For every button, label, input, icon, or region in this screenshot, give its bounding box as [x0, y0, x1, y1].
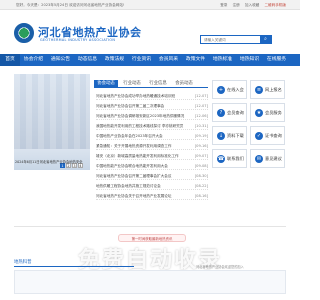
quick-services: + 在线入会 ≡ 网上报名 ? 会员查询 ★ 会员服务 ↓ 资料下载 ✓ 证书查询 ☎ 联系我…: [212, 80, 286, 225]
nav-item-industry[interactable]: 行业资讯: [128, 54, 155, 66]
nav-item-news[interactable]: 动态信息: [74, 54, 101, 66]
join-online-button[interactable]: + 在线入会: [212, 80, 247, 99]
news-title[interactable]: 地热供暖工程协会地热井施工规范讨论会: [96, 182, 188, 190]
tab-association-news[interactable]: 协会动态: [94, 80, 118, 88]
certificate-search-button[interactable]: ✓ 证书查询: [250, 126, 285, 145]
tab-member-news[interactable]: 会员动态: [172, 80, 196, 88]
news-date: [12-07]: [194, 104, 208, 108]
slideshow-caption[interactable]: 2024年6月11日河北省地热产业协会地热安全: [14, 160, 90, 170]
nav-item-home[interactable]: 首页: [0, 54, 20, 66]
search-box: ⌕: [200, 35, 272, 44]
search-button[interactable]: ⌕: [260, 36, 271, 43]
top-bar: 您好，今天是：2023年5月24日 欢迎访问河北省地热产业协会网站! 登录 注册…: [0, 0, 300, 10]
news-row[interactable]: 紧急通知：关于开展地热资源开发利用调查工作 [09-16]: [96, 142, 208, 150]
nav-item-standards[interactable]: 地热标准: [209, 54, 236, 66]
news-row[interactable]: 中国地热能产业协会联合地热能开发利用大会 [09-08]: [96, 162, 208, 170]
news-title[interactable]: 河北省地热产业协会关于召开地热产业发展论坛: [96, 192, 188, 200]
news-row[interactable]: 河北省地热产业协会召开第二届二次理事会 [12-07]: [96, 102, 208, 110]
news-date: [08-22]: [194, 184, 208, 188]
tab-industry-info[interactable]: 行业信息: [146, 80, 170, 88]
feedback-button[interactable]: ✉ 意见建议: [250, 149, 285, 168]
tab-industry-news[interactable]: 行业动态: [120, 80, 144, 88]
nav-item-documents[interactable]: 政策文件: [182, 54, 209, 66]
science-section-header: 地热科普: [14, 258, 134, 267]
news-title[interactable]: 我国地热能开发利用的工程技术路线探讨 李亦桃研究员: [96, 122, 188, 130]
news-row[interactable]: 河北省地热产业协会关于召开地热产业发展论坛 [08-16]: [96, 192, 208, 200]
news-title[interactable]: 河北省地热产业协会调研雄安新区2023年地热供暖情况: [96, 112, 188, 120]
news-date: [09-07]: [194, 154, 208, 158]
news-slideshow[interactable]: 1234 2024年6月11日河北省地热产业协会地热安全: [14, 74, 90, 170]
news-title[interactable]: 雄安（北京）新城高质量地热能开发利用标准化工作: [96, 152, 188, 160]
news-title[interactable]: 中国地热能产业协会联合地热能开发利用大会: [96, 162, 188, 170]
news-title[interactable]: 河北省地热产业协会召开第二届理事会扩大会议: [96, 172, 188, 180]
nav-item-knowledge[interactable]: 地热知识: [236, 54, 263, 66]
news-date: [12-06]: [194, 114, 208, 118]
news-panel: 协会动态 行业动态 行业信息 会员动态 河北省地热产业协会成功举办地热暖通技术培…: [94, 74, 208, 224]
news-row[interactable]: 中国地热产业协会年会在2023年召开大会 [09-19]: [96, 132, 208, 140]
science-section-content: [14, 270, 286, 294]
nav-item-policies[interactable]: 政策法规: [101, 54, 128, 66]
news-row[interactable]: 河北省地热产业协会调研雄安新区2023年地热供暖情况 [12-06]: [96, 112, 208, 120]
association-logo[interactable]: [14, 23, 34, 43]
welcome-text: 您好，今天是：2023年5月24日 欢迎访问河北省地热产业协会网站!: [16, 3, 125, 7]
online-signup-button[interactable]: ≡ 网上报名: [250, 80, 285, 99]
message-icon: ✉: [255, 155, 263, 163]
ad-overlay[interactable]: 第一时间获取最新地热资讯 免费自动收录: [0, 232, 300, 273]
news-date: [08-30]: [194, 174, 208, 178]
news-row[interactable]: 河北省地热产业协会成功举办地热暖通技术培训班 [12-07]: [96, 92, 208, 100]
news-row[interactable]: 河北省地热产业协会召开第二届理事会扩大会议 [08-30]: [96, 172, 208, 180]
site-header: 河北省地热产业协会 GEOTHERMAL INDUSTRY ASSOCIATIO…: [0, 10, 300, 54]
member-search-button[interactable]: ? 会员查询: [212, 103, 247, 122]
user-plus-icon: +: [217, 86, 225, 94]
clipboard-icon: ≡: [255, 86, 263, 94]
section-divider: [14, 226, 286, 227]
mobile-qr-link[interactable]: 二维码手机版: [264, 3, 286, 7]
site-subtitle: GEOTHERMAL INDUSTRY ASSOCIATION: [40, 38, 116, 42]
download-icon: ↓: [217, 132, 225, 140]
nav-item-about[interactable]: 协会介绍: [20, 54, 47, 66]
footer-note: 河北省地热产业协会欢迎您的加入: [196, 265, 244, 269]
main-nav: 首页 协会介绍 通知公告 动态信息 政策法规 行业资讯 会员风采 政策文件 地热…: [0, 54, 300, 66]
search-input[interactable]: [201, 36, 261, 43]
contact-us-button[interactable]: ☎ 联系我们: [212, 149, 247, 168]
science-section-title[interactable]: 地热科普: [14, 258, 32, 267]
news-date: [10-31]: [194, 124, 208, 128]
news-date: [09-19]: [194, 134, 208, 138]
search-icon: ⌕: [264, 36, 267, 42]
news-date: [12-07]: [194, 94, 208, 98]
search-user-icon: ?: [217, 109, 225, 117]
news-date: [09-16]: [194, 144, 208, 148]
favorite-link[interactable]: 加入收藏: [245, 3, 259, 7]
nav-item-online-service[interactable]: 在线服务: [263, 54, 290, 66]
slideshow-photo[interactable]: [14, 74, 90, 149]
phone-icon: ☎: [217, 155, 225, 163]
news-tabs: 协会动态 行业动态 行业信息 会员动态: [94, 80, 208, 88]
register-link[interactable]: 注册: [233, 3, 240, 7]
nav-item-notices[interactable]: 通知公告: [47, 54, 74, 66]
news-row[interactable]: 地热供暖工程协会地热井施工规范讨论会 [08-22]: [96, 182, 208, 190]
login-link[interactable]: 登录: [220, 3, 227, 7]
news-title[interactable]: 紧急通知：关于开展地热资源开发利用调查工作: [96, 142, 188, 150]
service-icon: ★: [255, 109, 263, 117]
news-row[interactable]: 雄安（北京）新城高质量地热能开发利用标准化工作 [09-07]: [96, 152, 208, 160]
news-date: [09-08]: [194, 164, 208, 168]
ad-bubble[interactable]: 第一时间获取最新地热资讯: [118, 234, 186, 242]
top-links: 登录 注册 加入收藏 二维码手机版: [216, 0, 286, 10]
news-title[interactable]: 河北省地热产业协会召开第二届二次理事会: [96, 102, 188, 110]
news-date: [08-16]: [194, 194, 208, 198]
news-title[interactable]: 河北省地热产业协会成功举办地热暖通技术培训班: [96, 92, 188, 100]
news-row[interactable]: 我国地热能开发利用的工程技术路线探讨 李亦桃研究员 [10-31]: [96, 122, 208, 130]
certificate-icon: ✓: [255, 132, 263, 140]
member-service-button[interactable]: ★ 会员服务: [250, 103, 285, 122]
news-title[interactable]: 中国地热产业协会年会在2023年召开大会: [96, 132, 188, 140]
nav-item-members[interactable]: 会员风采: [155, 54, 182, 66]
download-button[interactable]: ↓ 资料下载: [212, 126, 247, 145]
